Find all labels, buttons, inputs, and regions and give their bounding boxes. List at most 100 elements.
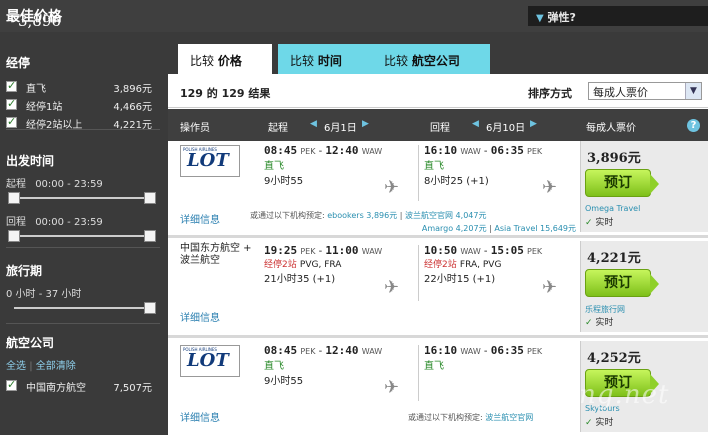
checkbox-checked-icon[interactable] bbox=[6, 378, 17, 391]
tab-label: 航空公司 bbox=[411, 54, 460, 68]
col-return-date: 6月10日 bbox=[486, 123, 526, 134]
lot-airline-logo: POLISH AIRLINES LOT bbox=[180, 145, 240, 177]
price-panel: 4,221元 预订 乐程旅行网 ✓ 实时 bbox=[580, 241, 708, 332]
airline-price: 7,507元 bbox=[113, 383, 152, 394]
stops-text: 直飞 bbox=[424, 361, 444, 372]
stops-filter-two-plus[interactable]: 经停2站以上 4,221元 bbox=[6, 115, 160, 133]
stops-text: 直飞 bbox=[264, 161, 284, 172]
agency-link[interactable]: 波兰航空官网 4,047元 bbox=[405, 211, 486, 220]
flex-label: 弹性? bbox=[547, 11, 576, 24]
return-label: 回程 bbox=[6, 217, 26, 228]
agency-link[interactable]: 波兰航空官网 bbox=[485, 413, 533, 422]
return-time-range: 回程 00:00 - 23:59 bbox=[6, 213, 160, 229]
next-date-icon[interactable]: ▶ bbox=[530, 119, 537, 129]
select-all-link[interactable]: 全选 bbox=[6, 361, 26, 372]
prev-date-icon[interactable]: ◀ bbox=[472, 119, 479, 129]
airlines-filter: 航空公司 全选 | 全部清除 中国南方航空 7,507元 bbox=[6, 324, 160, 396]
tab-prefix: 比较 bbox=[190, 54, 215, 68]
flex-toggle-button[interactable]: ▼ 弹性? bbox=[528, 6, 708, 26]
trip-length-slider[interactable] bbox=[6, 301, 160, 317]
prev-date-icon[interactable]: ◀ bbox=[310, 119, 317, 129]
sort-value: 每成人票价 bbox=[593, 86, 648, 99]
duration: 8小时25 (+1) bbox=[424, 176, 489, 187]
return-range: 00:00 - 23:59 bbox=[35, 217, 103, 228]
outbound-segment: 08:45 PEK - 12:40 WAW 直飞 9小时55 bbox=[264, 144, 383, 187]
results-bar: 129 的 129 结果 排序方式 每成人票价 ▼ bbox=[168, 74, 708, 108]
tab-compare-price[interactable]: 比较 价格 bbox=[178, 44, 272, 74]
col-depart: 起程 bbox=[268, 123, 288, 134]
slider-handle-min[interactable] bbox=[8, 230, 20, 242]
book-button[interactable]: 预订 bbox=[585, 269, 659, 297]
stops-text: 直飞 bbox=[264, 361, 284, 372]
airplane-icon: ✈ bbox=[542, 177, 558, 198]
tab-compare-time[interactable]: 比较 时间 bbox=[278, 44, 372, 74]
clear-all-link[interactable]: 全部清除 bbox=[36, 361, 76, 372]
slider-handle-min[interactable] bbox=[8, 192, 20, 204]
departure-time-filter: 出发时间 起程 00:00 - 23:59 回程 00:00 - 23:59 bbox=[6, 130, 160, 248]
result-card: POLISH AIRLINES LOT 08:45 PEK - 12:40 WA… bbox=[168, 141, 708, 238]
agency-name[interactable]: Omega Travel bbox=[585, 204, 640, 213]
airlines-title: 航空公司 bbox=[6, 336, 55, 350]
slider-track bbox=[14, 197, 150, 199]
stops-price: 4,466元 bbox=[113, 102, 152, 113]
tab-label: 时间 bbox=[317, 54, 342, 68]
return-time-slider[interactable] bbox=[6, 229, 160, 245]
stops-filter-one[interactable]: 经停1站 4,466元 bbox=[6, 97, 160, 115]
best-price: 最佳价格 3,896元 bbox=[6, 6, 62, 50]
help-icon[interactable]: ? bbox=[687, 119, 700, 132]
results-panel: 比较 价格 比较 时间 比较 航空公司 129 的 129 结果 排序方式 每成… bbox=[168, 32, 708, 435]
return-segment: 16:10 WAW - 06:35 PEK 直飞 8小时25 (+1) bbox=[424, 144, 543, 187]
triangle-down-icon: ▼ bbox=[536, 13, 544, 24]
outbound-time-slider[interactable] bbox=[6, 191, 160, 207]
airplane-icon: ✈ bbox=[542, 277, 558, 298]
col-return: 回程 bbox=[430, 123, 450, 134]
compare-tabs: 比较 价格 比较 时间 比较 航空公司 bbox=[168, 32, 708, 74]
checkbox-checked-icon[interactable] bbox=[6, 115, 17, 128]
next-date-icon[interactable]: ▶ bbox=[362, 119, 369, 129]
stops-text: 直飞 bbox=[424, 161, 444, 172]
details-link[interactable]: 详细信息 bbox=[180, 409, 220, 424]
stops-title: 经停 bbox=[6, 56, 31, 70]
also-label: 或通过以下机构预定: bbox=[408, 413, 483, 422]
stops-filter: 经停 直飞 3,896元 经停1站 4,466元 经停2站以上 4,221元 bbox=[6, 32, 160, 133]
sort-select[interactable]: 每成人票价 ▼ bbox=[588, 82, 702, 100]
stops-price: 4,221元 bbox=[113, 120, 152, 131]
agency-name[interactable]: 乐程旅行网 bbox=[585, 304, 625, 315]
realtime-badge: ✓ 实时 bbox=[585, 218, 614, 228]
stops-price: 3,896元 bbox=[113, 84, 152, 95]
checkbox-checked-icon[interactable] bbox=[6, 97, 17, 110]
tab-compare-airline[interactable]: 比较 航空公司 bbox=[372, 44, 490, 74]
outbound-time-range: 起程 00:00 - 23:59 bbox=[6, 175, 160, 191]
stops-filter-direct[interactable]: 直飞 3,896元 bbox=[6, 79, 160, 97]
airline-label: 中国南方航空 bbox=[26, 383, 86, 394]
details-link[interactable]: 详细信息 bbox=[180, 309, 220, 324]
tab-label: 价格 bbox=[217, 54, 242, 68]
outbound-segment: 08:45 PEK - 12:40 WAW 直飞 9小时55 bbox=[264, 344, 383, 387]
slider-handle-max[interactable] bbox=[144, 302, 156, 314]
col-depart-date: 6月1日 bbox=[324, 123, 357, 134]
checkbox-checked-icon[interactable] bbox=[6, 79, 17, 92]
trip-length-title: 旅行期 bbox=[6, 264, 43, 278]
airline-filter-item[interactable]: 中国南方航空 7,507元 bbox=[6, 378, 160, 396]
agency-link[interactable]: Asia Travel 15,649元 bbox=[494, 224, 576, 233]
outbound-label: 起程 bbox=[6, 179, 26, 190]
result-card: 中国东方航空 + 波兰航空 19:25 PEK - 11:00 WAW 经停2站… bbox=[168, 241, 708, 338]
top-bar: 最佳价格 3,896元 ▼ 弹性? bbox=[0, 0, 708, 50]
agency-link[interactable]: Amargo 4,207元 bbox=[422, 224, 487, 233]
duration: 21小时35 (+1) bbox=[264, 274, 336, 285]
check-icon: ✓ bbox=[585, 418, 593, 428]
price-panel: 3,896元 预订 Omega Travel ✓ 实时 bbox=[580, 141, 708, 232]
stops-label: 经停1站 bbox=[26, 102, 63, 113]
slider-handle-max[interactable] bbox=[144, 230, 156, 242]
itinerary: POLISH AIRLINES LOT 08:45 PEK - 12:40 WA… bbox=[168, 141, 580, 233]
col-price: 每成人票价 bbox=[586, 123, 636, 134]
stops-label: 直飞 bbox=[26, 84, 46, 95]
departure-time-title: 出发时间 bbox=[6, 154, 55, 168]
other-agencies: 或通过以下机构预定: 波兰航空官网 bbox=[408, 411, 533, 424]
book-button[interactable]: 预订 bbox=[585, 169, 659, 197]
details-link[interactable]: 详细信息 bbox=[180, 211, 220, 226]
agency-link[interactable]: ebookers 3,896元 bbox=[327, 211, 397, 220]
trip-length-filter: 旅行期 0 小时 - 37 小时 bbox=[6, 248, 160, 324]
slider-handle-max[interactable] bbox=[144, 192, 156, 204]
airplane-icon: ✈ bbox=[384, 277, 400, 298]
